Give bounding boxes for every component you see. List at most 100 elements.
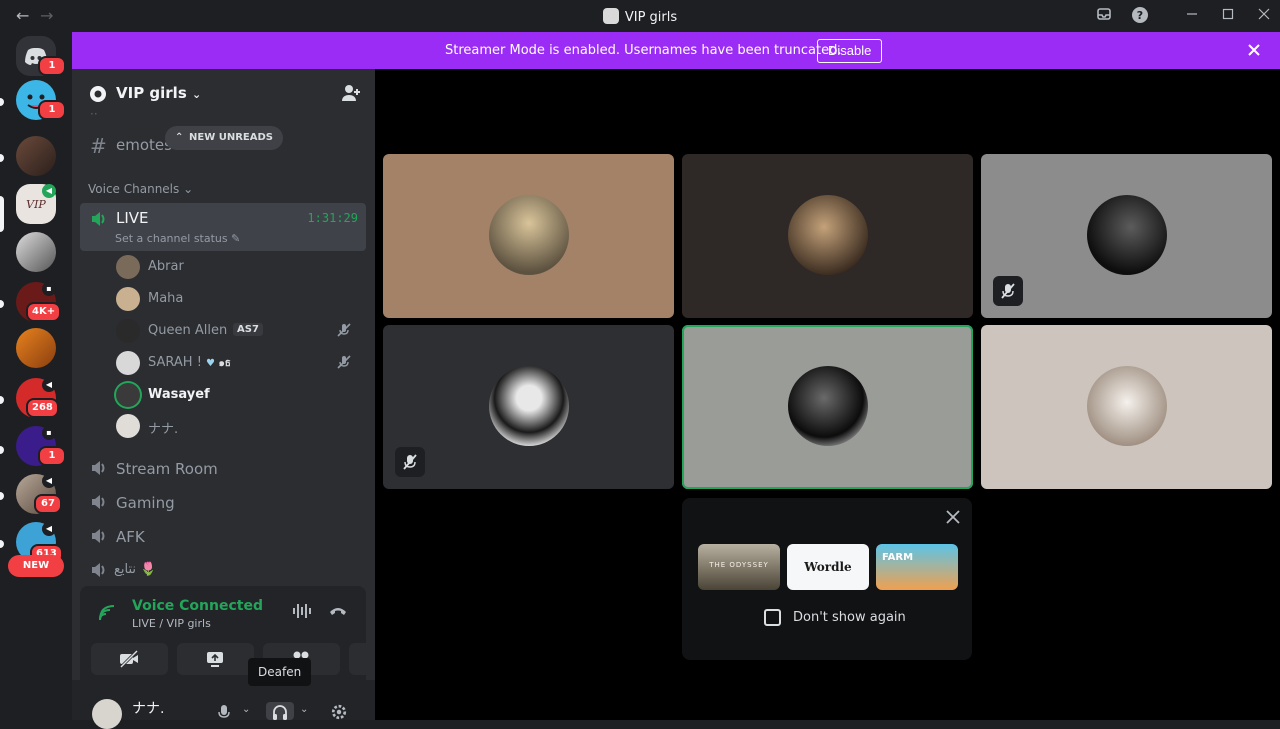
server-icon-bw-group[interactable]	[16, 232, 56, 272]
close-window-icon[interactable]	[1254, 6, 1274, 26]
participant-tile[interactable]	[981, 154, 1272, 318]
unread-badge: 1	[38, 446, 66, 466]
speaker-icon	[92, 563, 105, 577]
gear-icon[interactable]	[330, 704, 348, 720]
voice-channel-live[interactable]: LIVE 1:31:29 Set a channel status ✎	[80, 203, 366, 251]
speaker-icon: ◀	[42, 522, 56, 536]
server-icon-vip-girls[interactable]: VIP ◀	[16, 184, 56, 224]
channel-name: نتايع 🌷	[114, 562, 157, 577]
dont-show-again-checkbox[interactable]	[764, 609, 781, 626]
minimize-icon[interactable]	[1182, 6, 1202, 26]
speaker-icon	[92, 461, 105, 475]
svg-text:VIP: VIP	[26, 198, 46, 211]
direct-messages-icon[interactable]: 1	[16, 36, 66, 76]
voice-member[interactable]: SARAH ! ♥ ๑ธ	[116, 349, 360, 377]
server-logo-icon	[602, 8, 619, 24]
voice-status-title[interactable]: Voice Connected	[132, 598, 263, 614]
unread-pill	[0, 300, 4, 308]
avatar	[116, 383, 140, 407]
activity-card[interactable]: THE ODYSSEY	[698, 544, 780, 590]
server-icon-orange[interactable]	[16, 328, 56, 368]
chevron-down-icon[interactable]: ⌄	[300, 704, 308, 715]
new-unreads-pill[interactable]: ⌃ NEW UNREADS	[165, 126, 283, 150]
activity-suggestions: THE ODYSSEY Wordle FARM Don't show again	[682, 498, 972, 660]
activity-card[interactable]: Wordle	[787, 544, 869, 590]
server-icon-red-art[interactable]: ◀ 268	[16, 378, 59, 418]
close-icon[interactable]	[944, 508, 962, 526]
user-panel: ナナ. ⌄ ⌄	[72, 680, 375, 729]
voice-channel-arabic[interactable]: نتايع 🌷	[80, 554, 366, 586]
unread-pill	[0, 492, 4, 500]
activity-card[interactable]: FARM	[876, 544, 958, 590]
server-icon-red[interactable]: ▪ 4K+	[16, 282, 62, 322]
deafen-tooltip: Deafen	[248, 658, 312, 686]
unread-badge: 4K+	[26, 302, 62, 322]
close-icon[interactable]	[1248, 41, 1260, 60]
avatar	[1087, 366, 1167, 446]
disable-streamer-mode-button[interactable]: Disable	[817, 39, 883, 63]
speaker-icon	[92, 212, 105, 226]
help-icon[interactable]: ?	[1130, 6, 1150, 26]
voice-member[interactable]: Abrar	[116, 253, 360, 281]
channel-name: Gaming	[116, 494, 175, 512]
server-name: VIP girls ⌄	[116, 84, 202, 102]
microphone-icon[interactable]	[217, 704, 231, 720]
participant-tile[interactable]	[981, 325, 1272, 489]
avatar	[489, 366, 569, 446]
window-title-text: VIP girls	[624, 10, 678, 25]
server-icon-purple[interactable]: ▪ 1	[16, 426, 66, 466]
avatar	[116, 351, 140, 375]
server-header[interactable]: VIP girls ⌄	[72, 69, 375, 117]
member-name: Maha	[148, 291, 184, 306]
clan-tag: ♥ ๑ธ	[206, 358, 231, 369]
voice-status-subtitle[interactable]: LIVE / VIP girls	[132, 617, 211, 630]
invite-people-icon[interactable]	[341, 83, 361, 103]
clan-tag: AS7	[233, 323, 263, 336]
voice-connection-panel: Voice Connected LIVE / VIP girls	[80, 586, 426, 680]
pencil-icon: ✎	[231, 232, 241, 245]
voice-member[interactable]: Maha	[116, 285, 360, 313]
inbox-icon[interactable]	[1094, 6, 1114, 26]
chevron-down-icon[interactable]: ⌄	[242, 704, 250, 715]
username[interactable]: ナナ.	[132, 698, 164, 718]
server-icon-emoji[interactable]: 1	[16, 80, 66, 120]
voice-member-speaking[interactable]: Wasayef	[116, 381, 360, 409]
avatar	[116, 287, 140, 311]
camera-toggle-button[interactable]	[91, 643, 168, 675]
maximize-icon[interactable]	[1218, 6, 1238, 26]
participant-tile-speaking[interactable]	[682, 325, 973, 489]
avatar	[489, 195, 569, 275]
voice-channel-gaming[interactable]: Gaming	[80, 486, 366, 518]
screen-share-icon	[207, 652, 223, 667]
screen-share-button[interactable]	[177, 643, 254, 675]
channel-status[interactable]: Set a channel status ✎	[115, 232, 240, 245]
disconnect-icon[interactable]	[328, 604, 348, 618]
voice-channel-stream-room[interactable]: Stream Room	[80, 452, 366, 484]
title-bar: ← → VIP girls ?	[0, 0, 1280, 32]
channel-name: Stream Room	[116, 460, 218, 478]
avatar	[116, 255, 140, 279]
unread-badge: 268	[26, 398, 59, 418]
user-avatar[interactable]	[92, 699, 122, 729]
participant-tile[interactable]	[383, 154, 674, 318]
member-name: Abrar	[148, 259, 184, 274]
server-icon-group-photo[interactable]	[16, 136, 56, 176]
participant-tile[interactable]	[383, 325, 674, 489]
muted-mic-icon	[403, 454, 417, 470]
deafen-button[interactable]	[266, 702, 294, 720]
voice-channel-afk[interactable]: AFK	[80, 520, 366, 552]
new-unreads-label: NEW UNREADS	[189, 132, 273, 143]
new-unreads-badge[interactable]: NEW	[8, 555, 64, 577]
activity-title: THE ODYSSEY	[709, 561, 769, 569]
unread-badge: 67	[34, 494, 62, 514]
noise-suppression-icon[interactable]	[292, 602, 312, 620]
participant-tile[interactable]	[682, 154, 973, 318]
speaker-icon	[92, 495, 105, 509]
server-icon-portrait[interactable]: ◀ 67	[16, 474, 62, 514]
dont-show-again-label[interactable]: Don't show again	[793, 610, 906, 625]
voice-member[interactable]: Queen Allen AS7	[116, 317, 360, 345]
category-voice-channels[interactable]: Voice Channels ⌄	[88, 182, 193, 196]
headphones-icon	[273, 705, 287, 720]
voice-member[interactable]: ナナ.	[116, 412, 360, 440]
unread-pill	[0, 98, 4, 106]
